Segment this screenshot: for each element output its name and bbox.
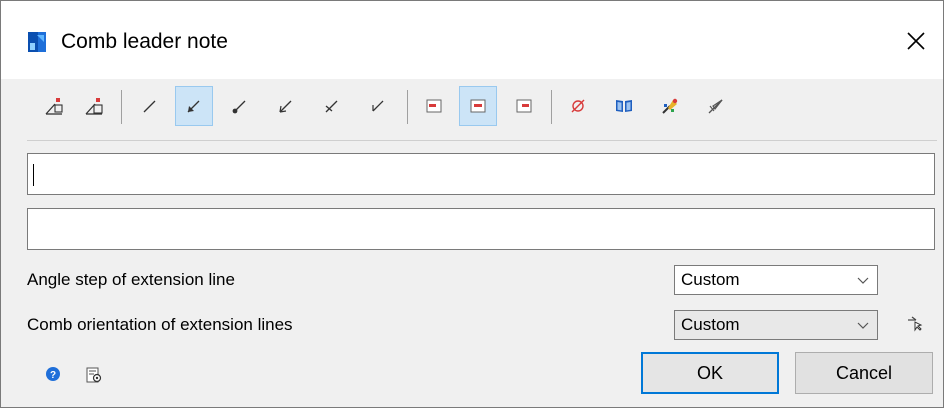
properties-icon (662, 98, 678, 114)
chevron-down-icon (857, 322, 869, 329)
toolbar-separator (407, 90, 408, 124)
angle-step-select[interactable]: Custom (674, 265, 878, 295)
text-align-left-icon (426, 99, 442, 113)
text-align-center-button[interactable] (459, 86, 497, 126)
svg-text:?: ? (50, 370, 56, 381)
leader-style-4-icon (279, 100, 292, 113)
leader-style-5-icon (325, 100, 338, 113)
toolbar (35, 86, 925, 130)
close-icon (907, 32, 925, 50)
text-align-left-button[interactable] (415, 86, 453, 126)
pick-cursor-icon (908, 316, 923, 332)
library-button[interactable] (605, 86, 643, 126)
help-icon: ? (46, 367, 60, 381)
properties-button[interactable] (651, 86, 689, 126)
dialog-title: Comb leader note (61, 30, 228, 53)
angle-step-label: Angle step of extension line (27, 270, 235, 289)
insert-leader-alt-icon (85, 98, 103, 115)
comb-orientation-select[interactable]: Custom (674, 310, 878, 340)
library-icon (616, 100, 632, 112)
app-logo-icon (24, 29, 50, 55)
insert-leader-button[interactable] (35, 86, 73, 126)
toolbar-divider (27, 140, 937, 141)
leader-style-3-button[interactable] (221, 86, 259, 126)
help-button[interactable]: ? (45, 366, 61, 387)
cancel-button[interactable]: Cancel (795, 352, 933, 394)
leader-style-2-button[interactable] (175, 86, 213, 126)
text-align-right-icon (516, 99, 532, 113)
leader-style-3-icon (232, 100, 246, 114)
leader-style-1-button[interactable] (131, 86, 169, 126)
toolbar-separator (121, 90, 122, 124)
dialog-window: Comb leader note Angle step of extension… (0, 0, 944, 408)
leader-style-1-icon (143, 100, 156, 113)
ok-button-label: OK (696, 362, 723, 383)
text-align-center-icon (470, 99, 486, 113)
note-text-line-2[interactable] (27, 208, 935, 250)
comb-orientation-label: Comb orientation of extension lines (27, 315, 293, 334)
pick-orientation-button[interactable] (906, 314, 924, 337)
insert-leader-alt-button[interactable] (75, 86, 113, 126)
text-caret (33, 164, 34, 186)
diameter-symbol-icon (571, 99, 585, 113)
pick-arrow-icon (708, 99, 723, 114)
toolbar-separator (551, 90, 552, 124)
settings-button[interactable] (85, 366, 103, 389)
leader-style-5-button[interactable] (313, 86, 351, 126)
leader-style-2-icon (187, 100, 200, 113)
diameter-symbol-button[interactable] (559, 86, 597, 126)
close-button[interactable] (897, 23, 935, 59)
note-text-line-1[interactable] (27, 153, 935, 195)
text-align-right-button[interactable] (505, 86, 543, 126)
angle-step-value: Custom (681, 270, 740, 289)
leader-style-4-button[interactable] (267, 86, 305, 126)
cancel-button-label: Cancel (835, 362, 893, 383)
settings-icon (86, 367, 102, 383)
title-bar: Comb leader note (1, 1, 943, 79)
insert-leader-icon (45, 98, 63, 115)
ok-button[interactable]: OK (641, 352, 779, 394)
pick-arrow-button[interactable] (697, 86, 735, 126)
comb-orientation-value: Custom (681, 315, 740, 334)
chevron-down-icon (857, 277, 869, 284)
leader-style-6-icon (372, 100, 384, 112)
leader-style-6-button[interactable] (359, 86, 397, 126)
